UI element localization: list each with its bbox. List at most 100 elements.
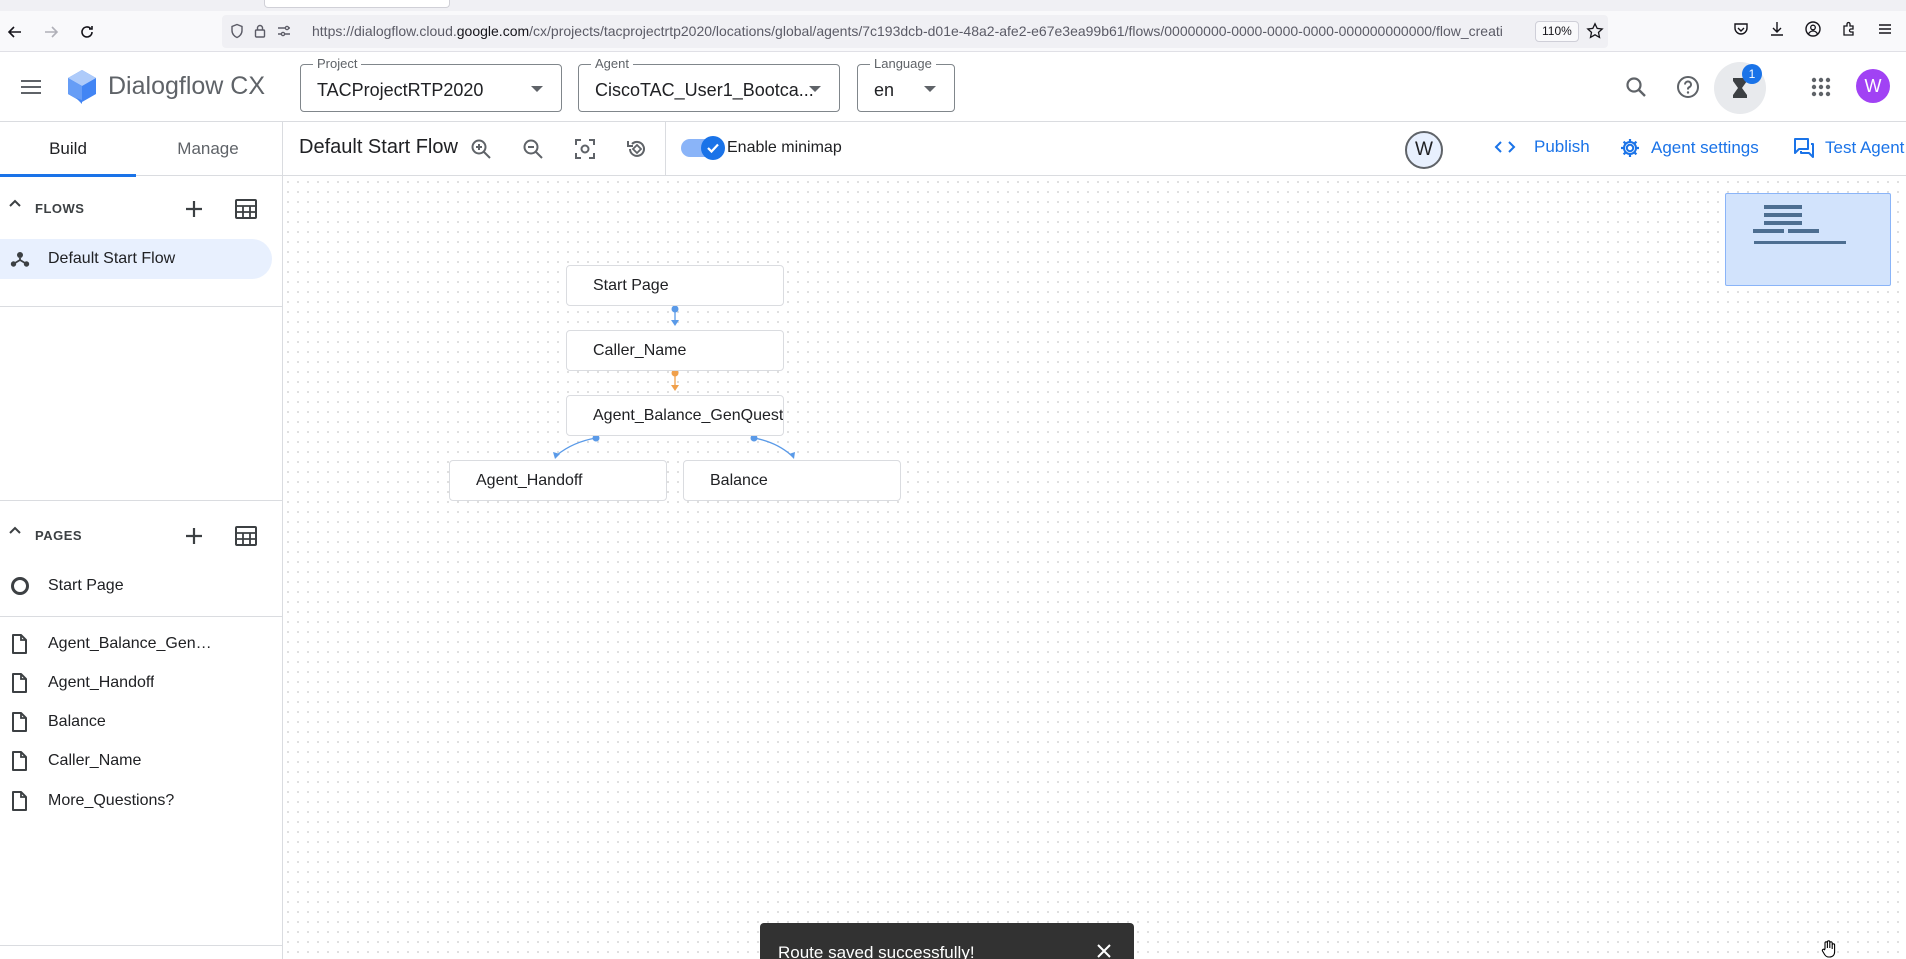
flow-title: Default Start Flow (299, 136, 458, 158)
browser-menu-icon[interactable] (1874, 18, 1896, 40)
flow-node-balance[interactable]: Balance (683, 460, 901, 501)
hamburger-menu-icon[interactable] (16, 72, 46, 102)
page-item-start-page[interactable]: Start Page (0, 570, 282, 602)
start-page-circle-icon (10, 576, 30, 596)
zoom-level-badge[interactable]: 110% (1535, 21, 1579, 42)
pages-section-title: PAGES (35, 528, 83, 543)
agent-settings-button[interactable]: Agent settings (1619, 137, 1759, 159)
flows-pages-divider (0, 306, 282, 307)
account-icon[interactable] (1802, 18, 1824, 40)
user-initial-badge[interactable]: W (1405, 131, 1443, 169)
flow-edges (553, 305, 795, 459)
browser-toolbar: https://dialogflow.cloud.google.com/cx/p… (0, 11, 1906, 52)
lock-icon[interactable] (249, 20, 271, 42)
app-title: Dialogflow CX (108, 72, 266, 100)
page-document-icon (10, 634, 28, 654)
reset-layout-icon[interactable] (623, 135, 651, 163)
tab-manage[interactable]: Manage (140, 122, 276, 176)
chevron-up-icon[interactable] (8, 197, 22, 211)
flow-node-caller-name[interactable]: Caller_Name (566, 330, 784, 371)
flow-node-agent-handoff[interactable]: Agent_Handoff (449, 460, 667, 501)
minimap-toggle-label: Enable minimap (727, 139, 842, 156)
page-item[interactable]: More_Questions? (0, 785, 282, 817)
agent-select[interactable]: Agent CiscoTAC_User1_Bootca... (578, 56, 840, 112)
build-manage-tabs: Build Manage (0, 122, 282, 177)
flow-item-default-start-flow[interactable]: Default Start Flow (0, 239, 272, 279)
browser-tab-strip (0, 0, 1906, 11)
zoom-out-icon[interactable] (519, 135, 547, 163)
notification-count-badge: 1 (1742, 64, 1762, 84)
page-document-icon (10, 791, 28, 811)
flow-item-label: Default Start Flow (48, 250, 176, 267)
pocket-icon[interactable] (1730, 18, 1752, 40)
agent-select-value: CiscoTAC_User1_Bootca... (595, 80, 814, 100)
page-item[interactable]: Balance (0, 706, 282, 738)
edge-start-to-caller (671, 305, 679, 326)
publish-label: Publish (1534, 137, 1590, 156)
back-icon[interactable] (2, 19, 28, 45)
browser-active-tab[interactable] (264, 0, 450, 8)
language-select-label: Language (870, 56, 936, 71)
project-select[interactable]: Project TACProjectRTP2020 (300, 56, 562, 112)
page-item-label: Agent_Handoff (48, 674, 155, 691)
edge-agent-balance-to-balance (750, 434, 795, 459)
flows-section-title: FLOWS (35, 201, 85, 216)
add-flow-icon[interactable] (180, 195, 208, 223)
forward-icon[interactable] (38, 19, 64, 45)
test-agent-button[interactable]: Test Agent (1793, 137, 1904, 159)
reload-icon[interactable] (74, 19, 100, 45)
check-icon (701, 136, 725, 160)
chevron-up-icon[interactable] (8, 524, 22, 538)
language-select-value: en (874, 80, 895, 100)
page-item-label: Caller_Name (48, 752, 142, 769)
bookmark-star-icon[interactable] (1584, 20, 1606, 42)
pages-section-header: PAGES (0, 514, 283, 554)
minimap-toggle[interactable] (681, 136, 725, 160)
pages-table-icon[interactable] (232, 522, 260, 550)
minimap[interactable] (1725, 193, 1891, 286)
help-icon[interactable] (1673, 72, 1703, 102)
agent-settings-label: Agent settings (1651, 138, 1759, 157)
snackbar-toast: Route saved successfully! (760, 923, 1134, 959)
edge-agent-balance-to-handoff (553, 434, 600, 459)
zoom-in-icon[interactable] (467, 135, 495, 163)
address-bar[interactable]: https://dialogflow.cloud.google.com/cx/p… (222, 15, 1608, 48)
download-icon[interactable] (1766, 18, 1788, 40)
left-panel: Build Manage FLOWS Default Start Flow PA… (0, 122, 283, 959)
project-select-value: TACProjectRTP2020 (317, 80, 484, 100)
search-icon[interactable] (1621, 72, 1651, 102)
flow-node-agent-balance-genquestion[interactable]: Agent_Balance_GenQuestion (566, 395, 784, 436)
page-item[interactable]: Agent_Handoff (0, 667, 282, 699)
test-agent-label: Test Agent (1825, 138, 1905, 157)
page-item[interactable]: Agent_Balance_GenQu... (0, 628, 282, 660)
add-page-icon[interactable] (180, 522, 208, 550)
flow-node-start-page[interactable]: Start Page (566, 265, 784, 306)
permissions-icon[interactable] (273, 20, 295, 42)
publish-button[interactable]: Publish (1494, 137, 1590, 157)
apps-grid-icon[interactable] (1806, 72, 1836, 102)
language-select[interactable]: Language en (857, 56, 955, 112)
chevron-down-icon (924, 86, 936, 92)
minimap-preview (1753, 205, 1846, 244)
page-item-label: More_Questions? (48, 792, 175, 809)
shield-icon[interactable] (226, 20, 248, 42)
agent-select-label: Agent (591, 56, 633, 71)
page-item-label: Balance (48, 713, 106, 730)
extensions-icon[interactable] (1838, 18, 1860, 40)
code-brackets-icon (1494, 139, 1516, 155)
grab-hand-cursor-icon (1819, 939, 1839, 959)
tab-build[interactable]: Build (0, 122, 136, 177)
page-item[interactable]: Caller_Name (0, 745, 282, 777)
flow-canvas[interactable]: Start Page Caller_Name Agent_Balance_Gen… (283, 177, 1906, 959)
avatar[interactable]: W (1856, 69, 1890, 103)
gear-icon (1619, 137, 1641, 159)
fit-to-screen-icon[interactable] (571, 135, 599, 163)
close-icon[interactable] (1096, 943, 1112, 959)
toolbar-divider (665, 122, 666, 176)
page-item-label: Start Page (48, 577, 124, 594)
chat-icon (1793, 137, 1815, 159)
flows-table-icon[interactable] (232, 195, 260, 223)
flows-section-header: FLOWS (0, 187, 283, 227)
url-text: https://dialogflow.cloud.google.com/cx/p… (312, 23, 1503, 39)
flow-hub-icon (10, 250, 30, 268)
